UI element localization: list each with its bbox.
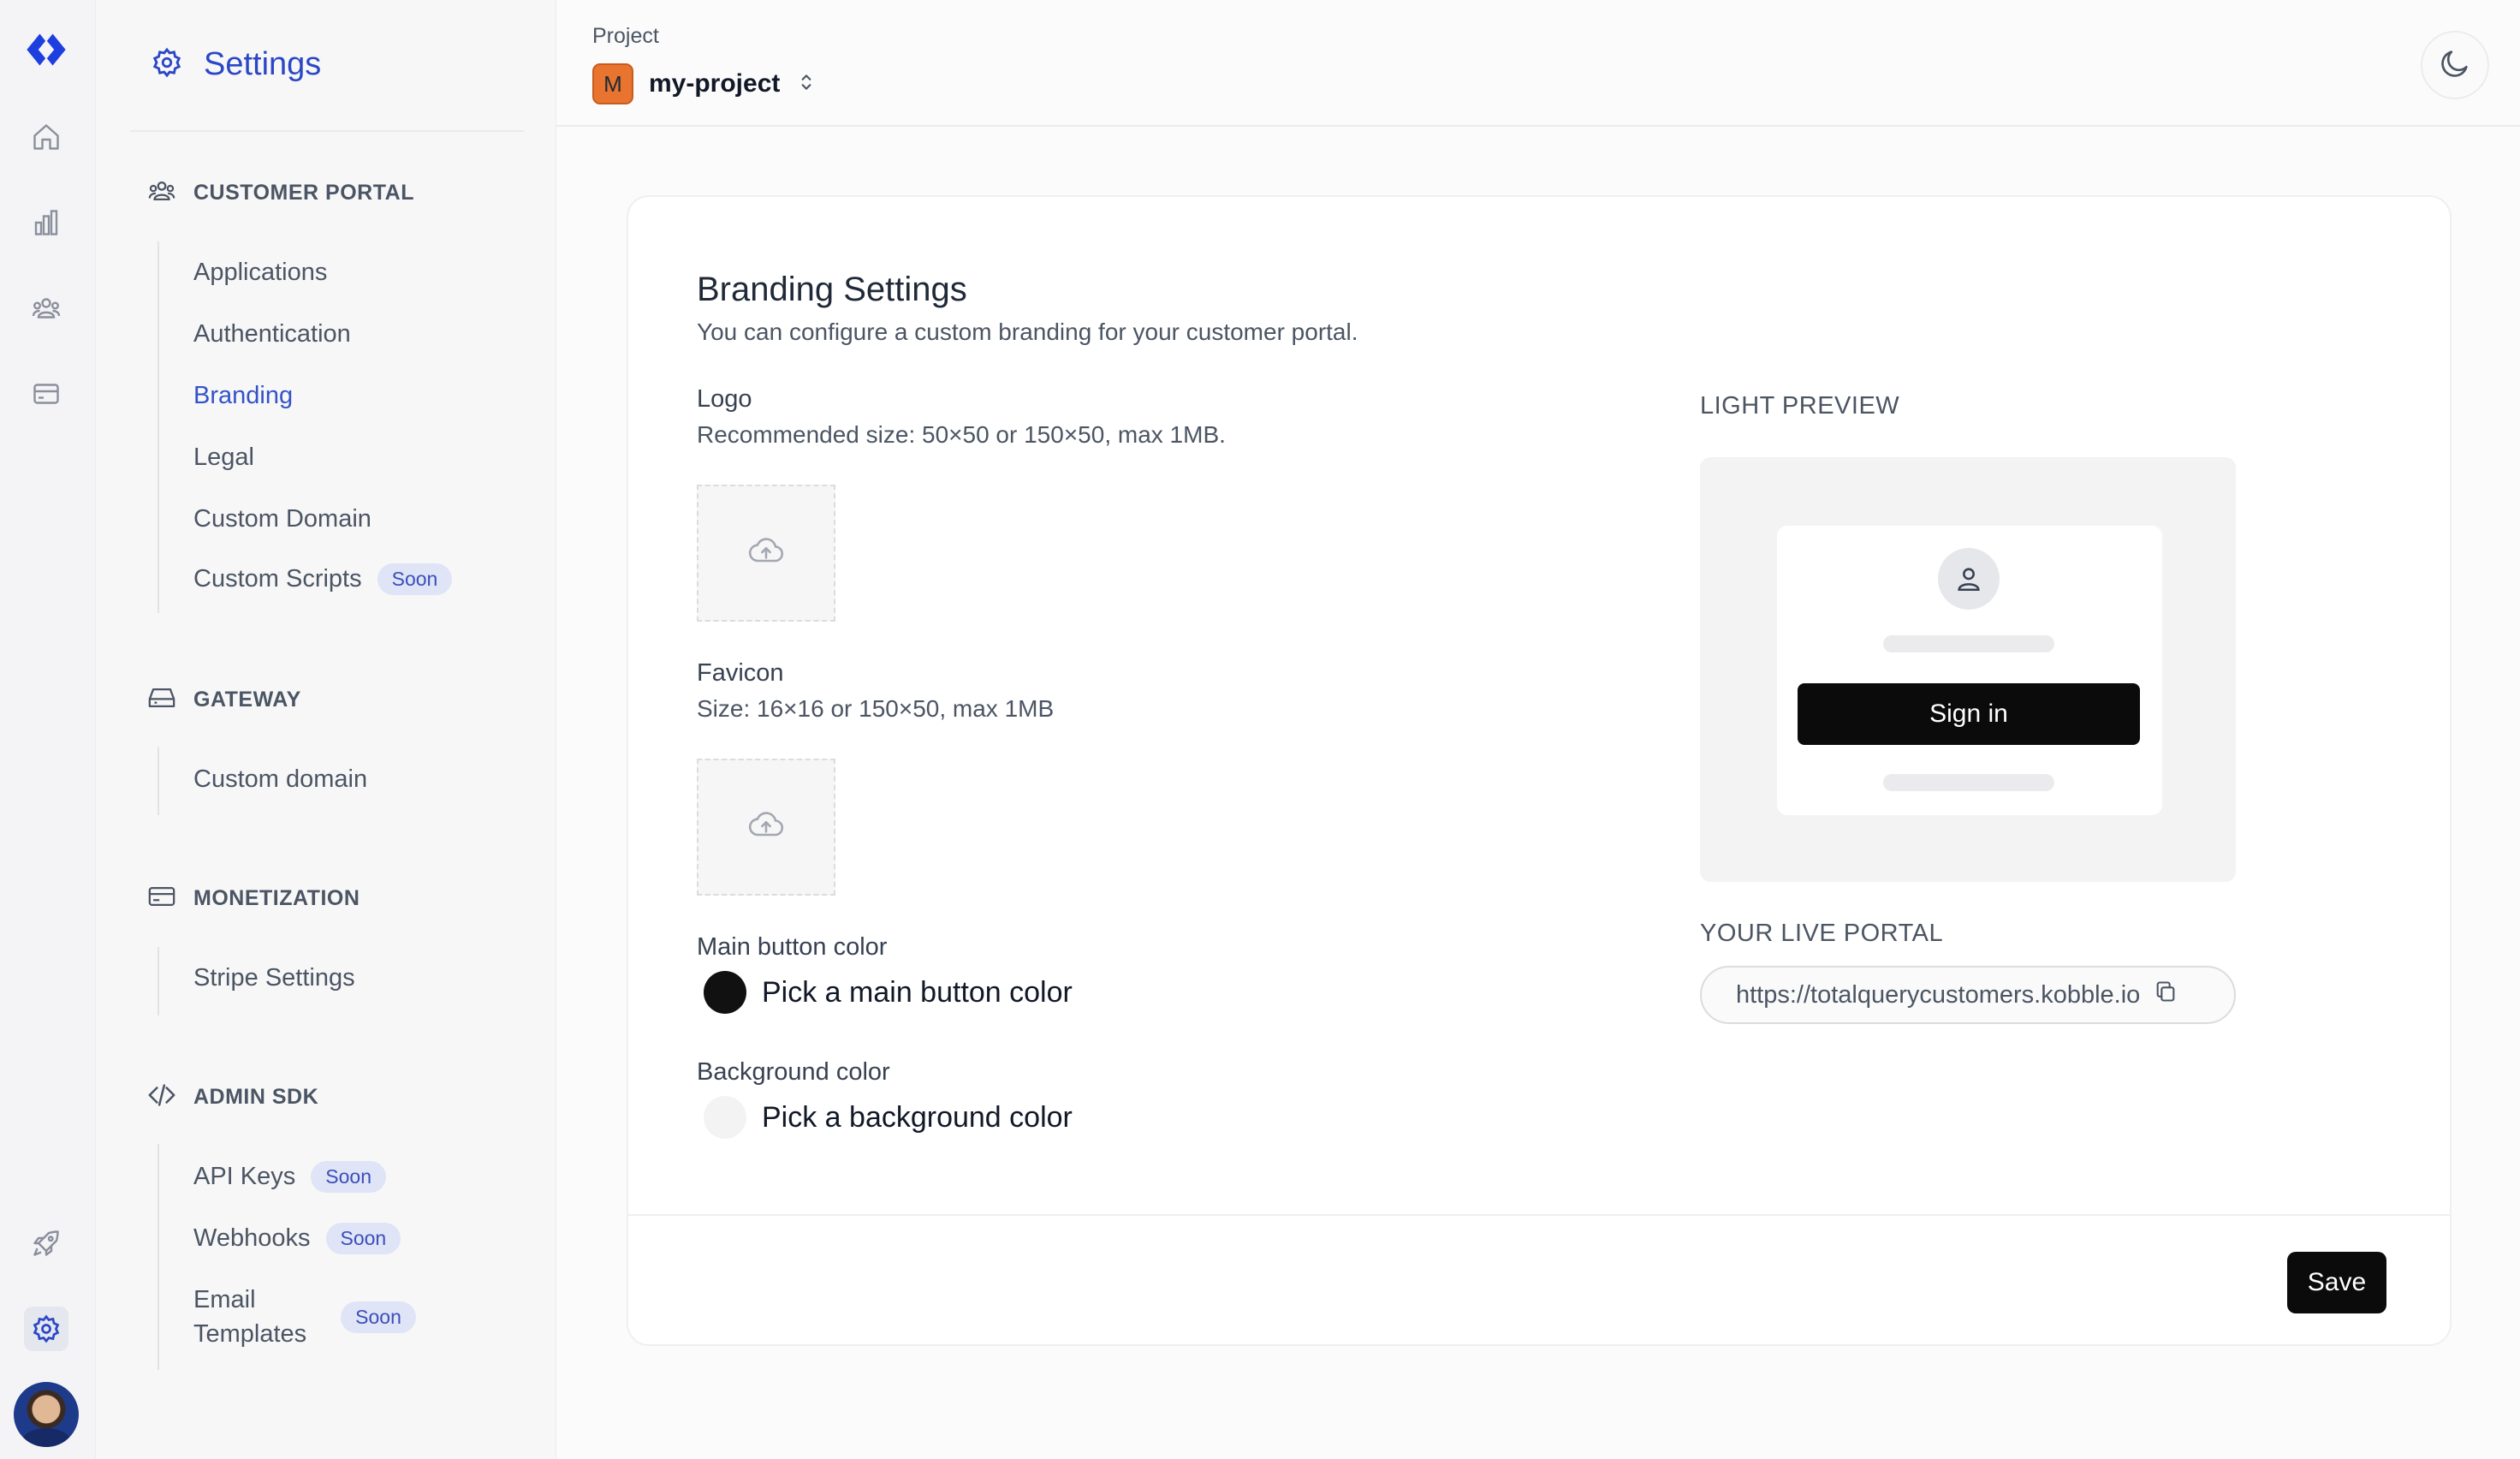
section-label: CUSTOMER PORTAL bbox=[193, 181, 414, 205]
settings-sidebar: Settings CUSTOMER PORTAL Applications Au… bbox=[96, 0, 556, 1459]
nav-label: Custom domain bbox=[193, 765, 368, 793]
analytics-icon[interactable] bbox=[24, 200, 68, 245]
nav-label: Email Templates bbox=[193, 1283, 306, 1351]
nav-label: Webhooks bbox=[193, 1224, 311, 1252]
nav-label: Custom Domain bbox=[193, 505, 371, 533]
background-color-picker[interactable]: Pick a background color bbox=[704, 1096, 1073, 1139]
preview-placeholder-bar bbox=[1883, 635, 2054, 652]
main-button-color-picker[interactable]: Pick a main button color bbox=[704, 971, 1073, 1014]
sidebar-item-webhooks[interactable]: Webhooks Soon bbox=[193, 1223, 401, 1254]
logo-hint: Recommended size: 50×50 or 150×50, max 1… bbox=[697, 421, 1226, 448]
soon-badge: Soon bbox=[341, 1301, 416, 1333]
soon-badge: Soon bbox=[311, 1161, 386, 1193]
sidebar-item-gateway-custom-domain[interactable]: Custom domain bbox=[193, 765, 367, 794]
settings-icon bbox=[151, 46, 183, 83]
branding-card: Branding Settings You can configure a cu… bbox=[627, 195, 2452, 1346]
live-portal-label: YOUR LIVE PORTAL bbox=[1700, 920, 1944, 947]
nav-label: API Keys bbox=[193, 1163, 296, 1190]
nav-label: Applications bbox=[193, 259, 328, 286]
divider bbox=[130, 130, 524, 132]
page-title: Branding Settings bbox=[697, 271, 967, 308]
project-label: Project bbox=[592, 24, 659, 48]
nav-label: Stripe Settings bbox=[193, 964, 355, 992]
nav-label: Authentication bbox=[193, 320, 351, 348]
background-color-swatch[interactable] bbox=[704, 1096, 746, 1139]
drive-icon bbox=[146, 683, 178, 717]
rocket-icon[interactable] bbox=[24, 1221, 68, 1265]
cloud-upload-icon bbox=[747, 807, 785, 849]
user-icon bbox=[1938, 548, 2000, 610]
section-guide bbox=[158, 947, 159, 1015]
nav-label: Legal bbox=[193, 444, 254, 471]
section-label: ADMIN SDK bbox=[193, 1085, 319, 1109]
sidebar-item-api-keys[interactable]: API Keys Soon bbox=[193, 1161, 386, 1193]
sidebar-item-email-templates[interactable]: Email Templates Soon bbox=[193, 1283, 416, 1351]
project-selector[interactable]: M my-project bbox=[592, 63, 817, 104]
card-footer-divider bbox=[628, 1214, 2450, 1216]
main-button-color-swatch[interactable] bbox=[704, 971, 746, 1014]
billing-icon[interactable] bbox=[24, 372, 68, 416]
preview-signin-button: Sign in bbox=[1798, 683, 2140, 745]
favicon-upload-dropzone[interactable] bbox=[697, 759, 835, 896]
section-guide bbox=[158, 241, 159, 613]
nav-label-line: Email bbox=[193, 1286, 256, 1313]
sidebar-title: Settings bbox=[204, 46, 322, 82]
project-avatar: M bbox=[592, 63, 633, 104]
sidebar-item-stripe-settings[interactable]: Stripe Settings bbox=[193, 964, 355, 992]
card-icon bbox=[146, 882, 178, 915]
nav-label-line: Templates bbox=[193, 1320, 307, 1348]
section-label: MONETIZATION bbox=[193, 886, 360, 910]
settings-icon[interactable] bbox=[24, 1307, 68, 1351]
favicon-hint: Size: 16×16 or 150×50, max 1MB bbox=[697, 695, 1055, 722]
live-portal-url[interactable]: https://totalquerycustomers.kobble.io bbox=[1700, 966, 2236, 1024]
cloud-upload-icon bbox=[747, 533, 785, 575]
sidebar-item-custom-scripts[interactable]: Custom Scripts Soon bbox=[193, 563, 453, 595]
users-icon bbox=[146, 176, 178, 210]
soon-badge: Soon bbox=[377, 563, 453, 595]
live-portal-url-text: https://totalquerycustomers.kobble.io bbox=[1736, 980, 2141, 1009]
section-guide bbox=[158, 747, 159, 815]
main-button-color-placeholder: Pick a main button color bbox=[762, 975, 1073, 1009]
logo-icon[interactable] bbox=[24, 27, 68, 72]
theme-toggle-button[interactable] bbox=[2421, 31, 2489, 99]
preview-placeholder-bar bbox=[1883, 774, 2054, 791]
logo-label: Logo bbox=[697, 385, 752, 413]
home-icon[interactable] bbox=[24, 115, 68, 159]
sidebar-item-applications[interactable]: Applications bbox=[193, 259, 327, 287]
chevron-up-down-icon bbox=[795, 68, 817, 100]
user-avatar[interactable] bbox=[14, 1382, 79, 1447]
code-icon bbox=[146, 1081, 178, 1114]
soon-badge: Soon bbox=[325, 1223, 401, 1254]
nav-label: Branding bbox=[193, 382, 294, 409]
sidebar-header: Settings bbox=[151, 46, 321, 83]
light-preview: Sign in bbox=[1700, 457, 2236, 882]
preview-login-card: Sign in bbox=[1777, 526, 2162, 815]
sidebar-item-custom-domain[interactable]: Custom Domain bbox=[193, 505, 371, 533]
save-button[interactable]: Save bbox=[2287, 1252, 2386, 1313]
nav-label: Custom Scripts bbox=[193, 565, 362, 593]
logo-upload-dropzone[interactable] bbox=[697, 485, 835, 622]
sidebar-item-legal[interactable]: Legal bbox=[193, 444, 254, 472]
moon-icon bbox=[2438, 46, 2472, 85]
background-color-label: Background color bbox=[697, 1058, 890, 1086]
section-guide bbox=[158, 1144, 159, 1370]
top-bar: Project M my-project bbox=[556, 0, 2520, 127]
light-preview-label: LIGHT PREVIEW bbox=[1700, 392, 1900, 420]
page-subtitle: You can configure a custom branding for … bbox=[697, 319, 1358, 345]
background-color-placeholder: Pick a background color bbox=[762, 1100, 1073, 1134]
favicon-label: Favicon bbox=[697, 659, 784, 687]
main-button-color-label: Main button color bbox=[697, 933, 888, 961]
icon-rail bbox=[0, 0, 96, 1459]
section-customer-portal: CUSTOMER PORTAL bbox=[146, 176, 414, 210]
project-name: my-project bbox=[649, 69, 781, 98]
sidebar-item-branding[interactable]: Branding bbox=[193, 382, 293, 410]
section-gateway: GATEWAY bbox=[146, 683, 301, 717]
section-label: GATEWAY bbox=[193, 688, 301, 712]
section-admin-sdk: ADMIN SDK bbox=[146, 1081, 318, 1114]
section-monetization: MONETIZATION bbox=[146, 882, 360, 915]
sidebar-item-authentication[interactable]: Authentication bbox=[193, 320, 351, 348]
users-icon[interactable] bbox=[24, 286, 68, 331]
copy-icon[interactable] bbox=[2154, 980, 2178, 1010]
